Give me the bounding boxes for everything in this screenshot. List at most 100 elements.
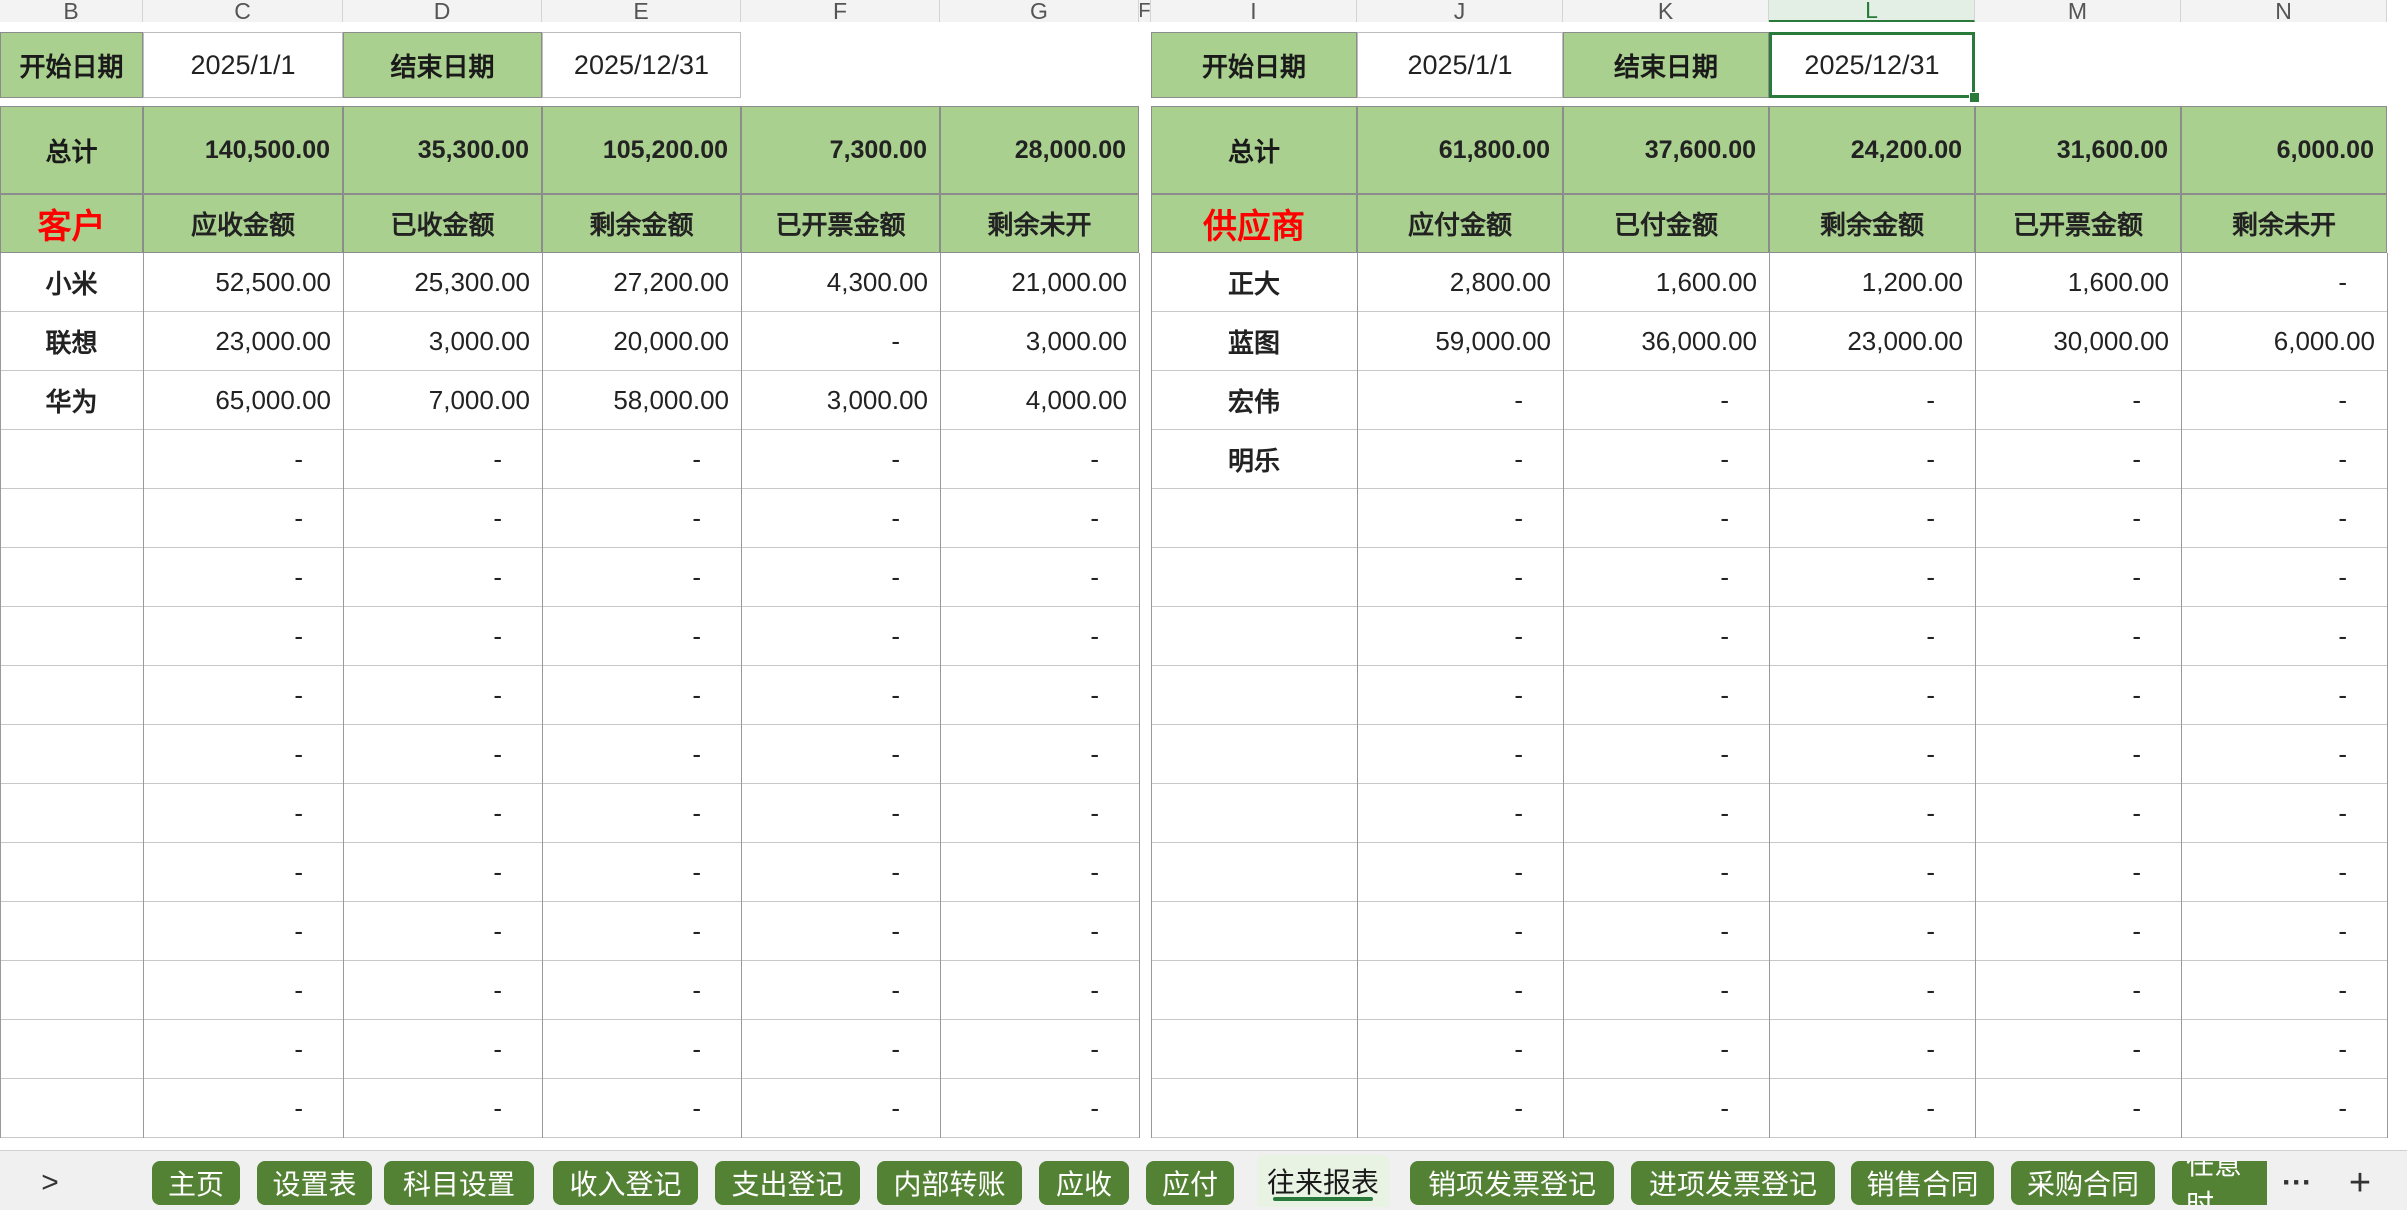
amount-cell[interactable]: -	[741, 666, 940, 725]
sheet-tab[interactable]: 销项发票登记	[1410, 1161, 1614, 1205]
amount-cell[interactable]: -	[343, 607, 542, 666]
amount-cell[interactable]: 59,000.00	[1357, 312, 1563, 371]
amount-cell[interactable]: -	[940, 784, 1139, 843]
entity-name-cell[interactable]	[1151, 1079, 1357, 1138]
sheet-tab[interactable]: 主页	[152, 1161, 240, 1205]
amount-cell[interactable]: -	[741, 312, 940, 371]
end-date-value[interactable]: 2025/12/31	[1769, 32, 1975, 98]
amount-cell[interactable]: -	[542, 666, 741, 725]
amount-cell[interactable]: -	[741, 843, 940, 902]
amount-cell[interactable]: -	[343, 902, 542, 961]
amount-cell[interactable]: -	[143, 843, 343, 902]
amount-cell[interactable]: -	[940, 489, 1139, 548]
column-header-m[interactable]: M	[1975, 0, 2181, 22]
column-header-k[interactable]: K	[1563, 0, 1769, 22]
amount-cell[interactable]: -	[1357, 1079, 1563, 1138]
amount-cell[interactable]: -	[343, 666, 542, 725]
amount-cell[interactable]: -	[343, 489, 542, 548]
amount-cell[interactable]: 4,000.00	[940, 371, 1139, 430]
column-header-d[interactable]: D	[343, 0, 542, 22]
amount-cell[interactable]: -	[2181, 843, 2387, 902]
amount-cell[interactable]: -	[741, 489, 940, 548]
amount-cell[interactable]: -	[940, 725, 1139, 784]
amount-cell[interactable]: -	[2181, 784, 2387, 843]
amount-cell[interactable]: 4,300.00	[741, 253, 940, 312]
column-header-e[interactable]: E	[542, 0, 741, 22]
amount-cell[interactable]: 1,200.00	[1769, 253, 1975, 312]
total-value[interactable]: 31,600.00	[1975, 106, 2181, 194]
sheet-tab[interactable]: 采购合同	[2011, 1161, 2155, 1205]
amount-cell[interactable]: -	[1357, 607, 1563, 666]
sheet-tab[interactable]: 应收	[1039, 1161, 1129, 1205]
sheet-tab[interactable]: 任意时	[2172, 1161, 2267, 1205]
amount-cell[interactable]: 30,000.00	[1975, 312, 2181, 371]
amount-cell[interactable]: -	[1563, 902, 1769, 961]
total-value[interactable]: 61,800.00	[1357, 106, 1563, 194]
column-header-j[interactable]: J	[1357, 0, 1563, 22]
amount-cell[interactable]: -	[1975, 489, 2181, 548]
amount-cell[interactable]: -	[940, 843, 1139, 902]
amount-cell[interactable]: -	[542, 1079, 741, 1138]
total-value[interactable]: 35,300.00	[343, 106, 542, 194]
amount-cell[interactable]: -	[343, 548, 542, 607]
amount-cell[interactable]: -	[2181, 961, 2387, 1020]
entity-name-cell[interactable]	[1151, 902, 1357, 961]
amount-cell[interactable]: -	[343, 1079, 542, 1138]
entity-name-cell[interactable]	[0, 843, 143, 902]
entity-name-cell[interactable]	[1151, 784, 1357, 843]
amount-cell[interactable]: -	[1357, 430, 1563, 489]
amount-cell[interactable]: -	[1357, 725, 1563, 784]
amount-cell[interactable]: -	[143, 902, 343, 961]
amount-cell[interactable]: -	[1975, 961, 2181, 1020]
amount-cell[interactable]: 6,000.00	[2181, 312, 2387, 371]
amount-cell[interactable]: -	[1357, 902, 1563, 961]
amount-cell[interactable]: -	[143, 1079, 343, 1138]
column-header-stub[interactable]: F	[1139, 0, 1151, 22]
amount-cell[interactable]: -	[143, 489, 343, 548]
amount-cell[interactable]: -	[1563, 1020, 1769, 1079]
amount-cell[interactable]: -	[741, 961, 940, 1020]
amount-cell[interactable]: -	[2181, 1079, 2387, 1138]
entity-name-cell[interactable]	[0, 489, 143, 548]
amount-cell[interactable]: -	[2181, 1020, 2387, 1079]
amount-cell[interactable]: -	[1769, 548, 1975, 607]
amount-cell[interactable]: -	[1769, 961, 1975, 1020]
amount-cell[interactable]: 1,600.00	[1975, 253, 2181, 312]
amount-cell[interactable]: -	[1563, 725, 1769, 784]
amount-cell[interactable]: -	[143, 961, 343, 1020]
entity-name-cell[interactable]: 华为	[0, 371, 143, 430]
entity-name-cell[interactable]	[0, 607, 143, 666]
sheet-tab[interactable]: 科目设置	[384, 1161, 534, 1205]
amount-cell[interactable]: 2,800.00	[1357, 253, 1563, 312]
amount-cell[interactable]: -	[1357, 666, 1563, 725]
amount-cell[interactable]: -	[1563, 843, 1769, 902]
amount-cell[interactable]: -	[1975, 666, 2181, 725]
amount-cell[interactable]: -	[940, 548, 1139, 607]
amount-cell[interactable]: -	[940, 430, 1139, 489]
total-value[interactable]: 28,000.00	[940, 106, 1139, 194]
amount-cell[interactable]: -	[940, 1079, 1139, 1138]
amount-cell[interactable]: -	[741, 784, 940, 843]
amount-cell[interactable]: -	[1975, 784, 2181, 843]
amount-cell[interactable]: -	[1769, 489, 1975, 548]
amount-cell[interactable]: -	[1975, 1079, 2181, 1138]
amount-cell[interactable]: 52,500.00	[143, 253, 343, 312]
amount-cell[interactable]: -	[1563, 961, 1769, 1020]
end-date-value[interactable]: 2025/12/31	[542, 32, 741, 98]
entity-name-cell[interactable]	[0, 1079, 143, 1138]
amount-cell[interactable]: -	[1769, 784, 1975, 843]
amount-cell[interactable]: -	[2181, 253, 2387, 312]
entity-name-cell[interactable]	[0, 1020, 143, 1079]
amount-cell[interactable]: 23,000.00	[1769, 312, 1975, 371]
total-value[interactable]: 7,300.00	[741, 106, 940, 194]
amount-cell[interactable]: -	[2181, 548, 2387, 607]
start-date-value[interactable]: 2025/1/1	[1357, 32, 1563, 98]
amount-cell[interactable]: -	[343, 430, 542, 489]
entity-name-cell[interactable]: 蓝图	[1151, 312, 1357, 371]
entity-name-cell[interactable]	[0, 430, 143, 489]
amount-cell[interactable]: -	[1357, 1020, 1563, 1079]
column-header-n[interactable]: N	[2181, 0, 2387, 22]
amount-cell[interactable]: -	[741, 1079, 940, 1138]
amount-cell[interactable]: -	[1357, 371, 1563, 430]
sheet-tab[interactable]: 往来报表	[1257, 1155, 1389, 1207]
